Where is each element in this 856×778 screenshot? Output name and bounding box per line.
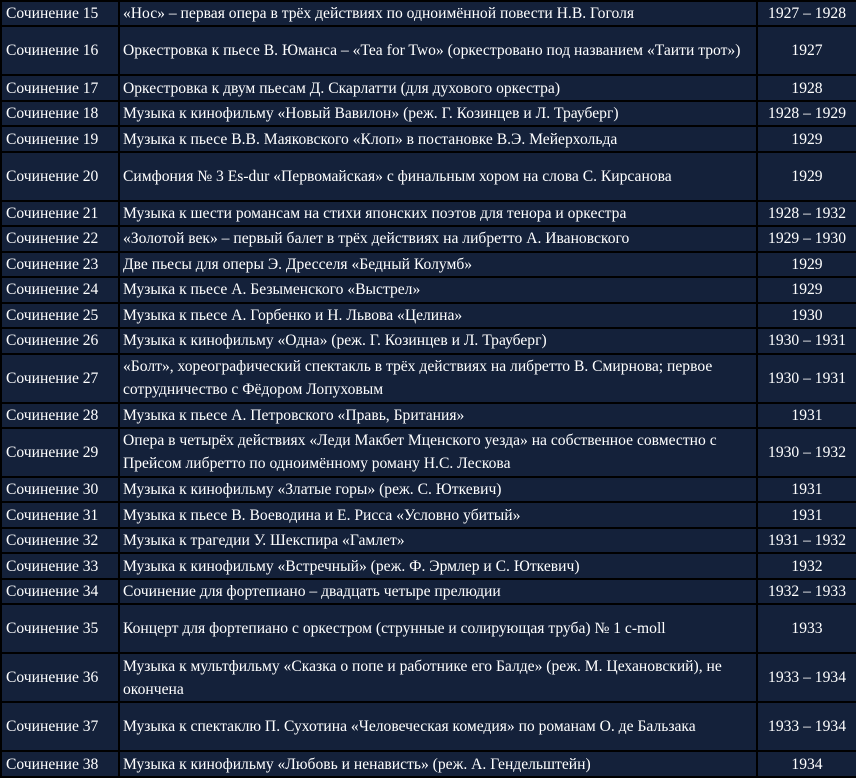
work-title-cell: Музыка к кинофильму «Златые горы» (реж. …	[120, 477, 756, 502]
work-year-cell: 1932 – 1933	[758, 579, 856, 604]
work-number-cell: Сочинение 24	[2, 278, 118, 302]
work-year-cell: 1929	[758, 278, 856, 302]
table-row: Сочинение 28 Музыка к пьесе А. Петровског…	[2, 403, 856, 428]
work-number-cell: Сочинение 36	[2, 654, 118, 702]
table-row: Сочинение 18 Музыка к кинофильму «Новый В…	[2, 101, 856, 126]
table-row: Сочинение 16 Оркестровка к пьесе В. Юманс…	[2, 27, 856, 75]
work-title-cell: Музыка к мультфильму «Сказка о попе и ра…	[120, 654, 756, 702]
table-row: Сочинение 30 Музыка к кинофильму «Златые …	[2, 477, 856, 502]
work-year-cell: 1929	[758, 152, 856, 200]
table-row: Сочинение 22 «Золотой век» – первый балет…	[2, 227, 856, 251]
work-title-cell: Музыка к спектаклю П. Сухотина «Человече…	[120, 703, 756, 751]
work-number-cell: Сочинение 38	[2, 752, 118, 776]
table-row: Сочинение 31 Музыка к пьесе В. Воеводина …	[2, 503, 856, 527]
work-year-cell: 1933 – 1934	[758, 654, 856, 702]
work-title-cell: Музыка к пьесе А. Горбенко и Н. Львова «…	[120, 303, 756, 328]
table-row: Сочинение 38 Музыка к кинофильму «Любовь …	[2, 752, 856, 776]
work-title-cell: «Болт», хореографический спектакль в трё…	[120, 354, 756, 402]
work-year-cell: 1931	[758, 503, 856, 527]
work-title-cell: Музыка к пьесе В. Воеводина и Е. Рисса «…	[120, 503, 756, 527]
work-number-cell: Сочинение 17	[2, 76, 118, 100]
work-number-cell: Сочинение 37	[2, 703, 118, 751]
work-year-cell: 1929	[758, 127, 856, 151]
work-year-cell: 1930 – 1931	[758, 329, 856, 353]
work-year-cell: 1934	[758, 752, 856, 776]
work-title-cell: Музыка к пьесе А. Петровского «Правь, Бр…	[120, 403, 756, 428]
table-row: Сочинение 36 Музыка к мультфильму «Сказка…	[2, 654, 856, 702]
work-year-cell: 1930	[758, 303, 856, 328]
work-title-cell: Музыка к пьесе А. Безыменского «Выстрел»	[120, 278, 756, 302]
work-number-cell: Сочинение 30	[2, 477, 118, 502]
work-title-cell: Музыка к шести романсам на стихи японски…	[120, 201, 756, 226]
work-title-cell: Сочинение для фортепиано – двадцать четы…	[120, 579, 756, 604]
work-title-cell: Музыка к кинофильму «Встречный» (реж. Ф.…	[120, 554, 756, 578]
work-number-cell: Сочинение 28	[2, 403, 118, 428]
work-title-cell: Опера в четырёх действиях «Леди Макбет М…	[120, 429, 756, 476]
work-title-cell: Оркестровка к двум пьесам Д. Скарлатти (…	[120, 76, 756, 100]
work-number-cell: Сочинение 25	[2, 303, 118, 328]
work-title-cell: Оркестровка к пьесе В. Юманса – «Tea for…	[120, 27, 756, 75]
work-title-cell: Концерт для фортепиано с оркестром (стру…	[120, 605, 756, 653]
work-number-cell: Сочинение 18	[2, 101, 118, 126]
work-title-cell: Музыка к пьесе В.В. Маяковского «Клоп» в…	[120, 127, 756, 151]
table-row: Сочинение 15 «Нос» – первая опера в трёх …	[2, 2, 856, 26]
work-number-cell: Сочинение 15	[2, 2, 118, 26]
work-number-cell: Сочинение 34	[2, 579, 118, 604]
work-year-cell: 1929 – 1930	[758, 227, 856, 251]
work-title-cell: Две пьесы для оперы Э. Дресселя «Бедный …	[120, 252, 756, 277]
table-row: Сочинение 32 Музыка к трагедии У. Шекспир…	[2, 528, 856, 553]
table-row: Сочинение 34 Сочинение для фортепиано – д…	[2, 579, 856, 604]
work-title-cell: Музыка к трагедии У. Шекспира «Гамлет»	[120, 528, 756, 553]
works-table-body: Сочинение 15 «Нос» – первая опера в трёх …	[2, 2, 856, 776]
work-title-cell: «Нос» – первая опера в трёх действиях по…	[120, 2, 756, 26]
work-number-cell: Сочинение 16	[2, 27, 118, 75]
work-number-cell: Сочинение 35	[2, 605, 118, 653]
work-number-cell: Сочинение 21	[2, 201, 118, 226]
table-row: Сочинение 27 «Болт», хореографический спе…	[2, 354, 856, 402]
work-number-cell: Сочинение 27	[2, 354, 118, 402]
works-table: Сочинение 15 «Нос» – первая опера в трёх …	[0, 0, 856, 778]
table-row: Сочинение 37 Музыка к спектаклю П. Сухоти…	[2, 703, 856, 751]
work-number-cell: Сочинение 22	[2, 227, 118, 251]
work-title-cell: «Золотой век» – первый балет в трёх дейс…	[120, 227, 756, 251]
work-year-cell: 1927 – 1928	[758, 2, 856, 26]
work-year-cell: 1932	[758, 554, 856, 578]
work-year-cell: 1930 – 1931	[758, 354, 856, 402]
table-row: Сочинение 23 Две пьесы для оперы Э. Дресс…	[2, 252, 856, 277]
table-row: Сочинение 33 Музыка к кинофильму «Встречн…	[2, 554, 856, 578]
work-year-cell: 1928 – 1932	[758, 201, 856, 226]
work-year-cell: 1931	[758, 477, 856, 502]
work-title-cell: Симфония № 3 Es-dur «Первомайская» с фин…	[120, 152, 756, 200]
work-year-cell: 1930 – 1932	[758, 429, 856, 476]
table-row: Сочинение 35 Концерт для фортепиано с орк…	[2, 605, 856, 653]
table-row: Сочинение 25 Музыка к пьесе А. Горбенко и…	[2, 303, 856, 328]
work-number-cell: Сочинение 33	[2, 554, 118, 578]
table-row: Сочинение 20 Симфония № 3 Es-dur «Первома…	[2, 152, 856, 200]
work-year-cell: 1933 – 1934	[758, 703, 856, 751]
work-number-cell: Сочинение 29	[2, 429, 118, 476]
work-number-cell: Сочинение 31	[2, 503, 118, 527]
table-row: Сочинение 17 Оркестровка к двум пьесам Д.…	[2, 76, 856, 100]
work-year-cell: 1929	[758, 252, 856, 277]
work-year-cell: 1931	[758, 403, 856, 428]
table-row: Сочинение 29 Опера в четырёх действиях «Л…	[2, 429, 856, 476]
work-title-cell: Музыка к кинофильму «Одна» (реж. Г. Кози…	[120, 329, 756, 353]
work-year-cell: 1931 – 1932	[758, 528, 856, 553]
work-year-cell: 1927	[758, 27, 856, 75]
work-year-cell: 1928 – 1929	[758, 101, 856, 126]
table-row: Сочинение 26 Музыка к кинофильму «Одна» (…	[2, 329, 856, 353]
work-number-cell: Сочинение 32	[2, 528, 118, 553]
table-row: Сочинение 19 Музыка к пьесе В.В. Маяковск…	[2, 127, 856, 151]
work-year-cell: 1933	[758, 605, 856, 653]
work-number-cell: Сочинение 19	[2, 127, 118, 151]
table-row: Сочинение 21 Музыка к шести романсам на с…	[2, 201, 856, 226]
work-number-cell: Сочинение 26	[2, 329, 118, 353]
work-number-cell: Сочинение 20	[2, 152, 118, 200]
work-title-cell: Музыка к кинофильму «Новый Вавилон» (реж…	[120, 101, 756, 126]
table-row: Сочинение 24 Музыка к пьесе А. Безыменско…	[2, 278, 856, 302]
work-number-cell: Сочинение 23	[2, 252, 118, 277]
work-title-cell: Музыка к кинофильму «Любовь и ненависть»…	[120, 752, 756, 776]
work-year-cell: 1928	[758, 76, 856, 100]
